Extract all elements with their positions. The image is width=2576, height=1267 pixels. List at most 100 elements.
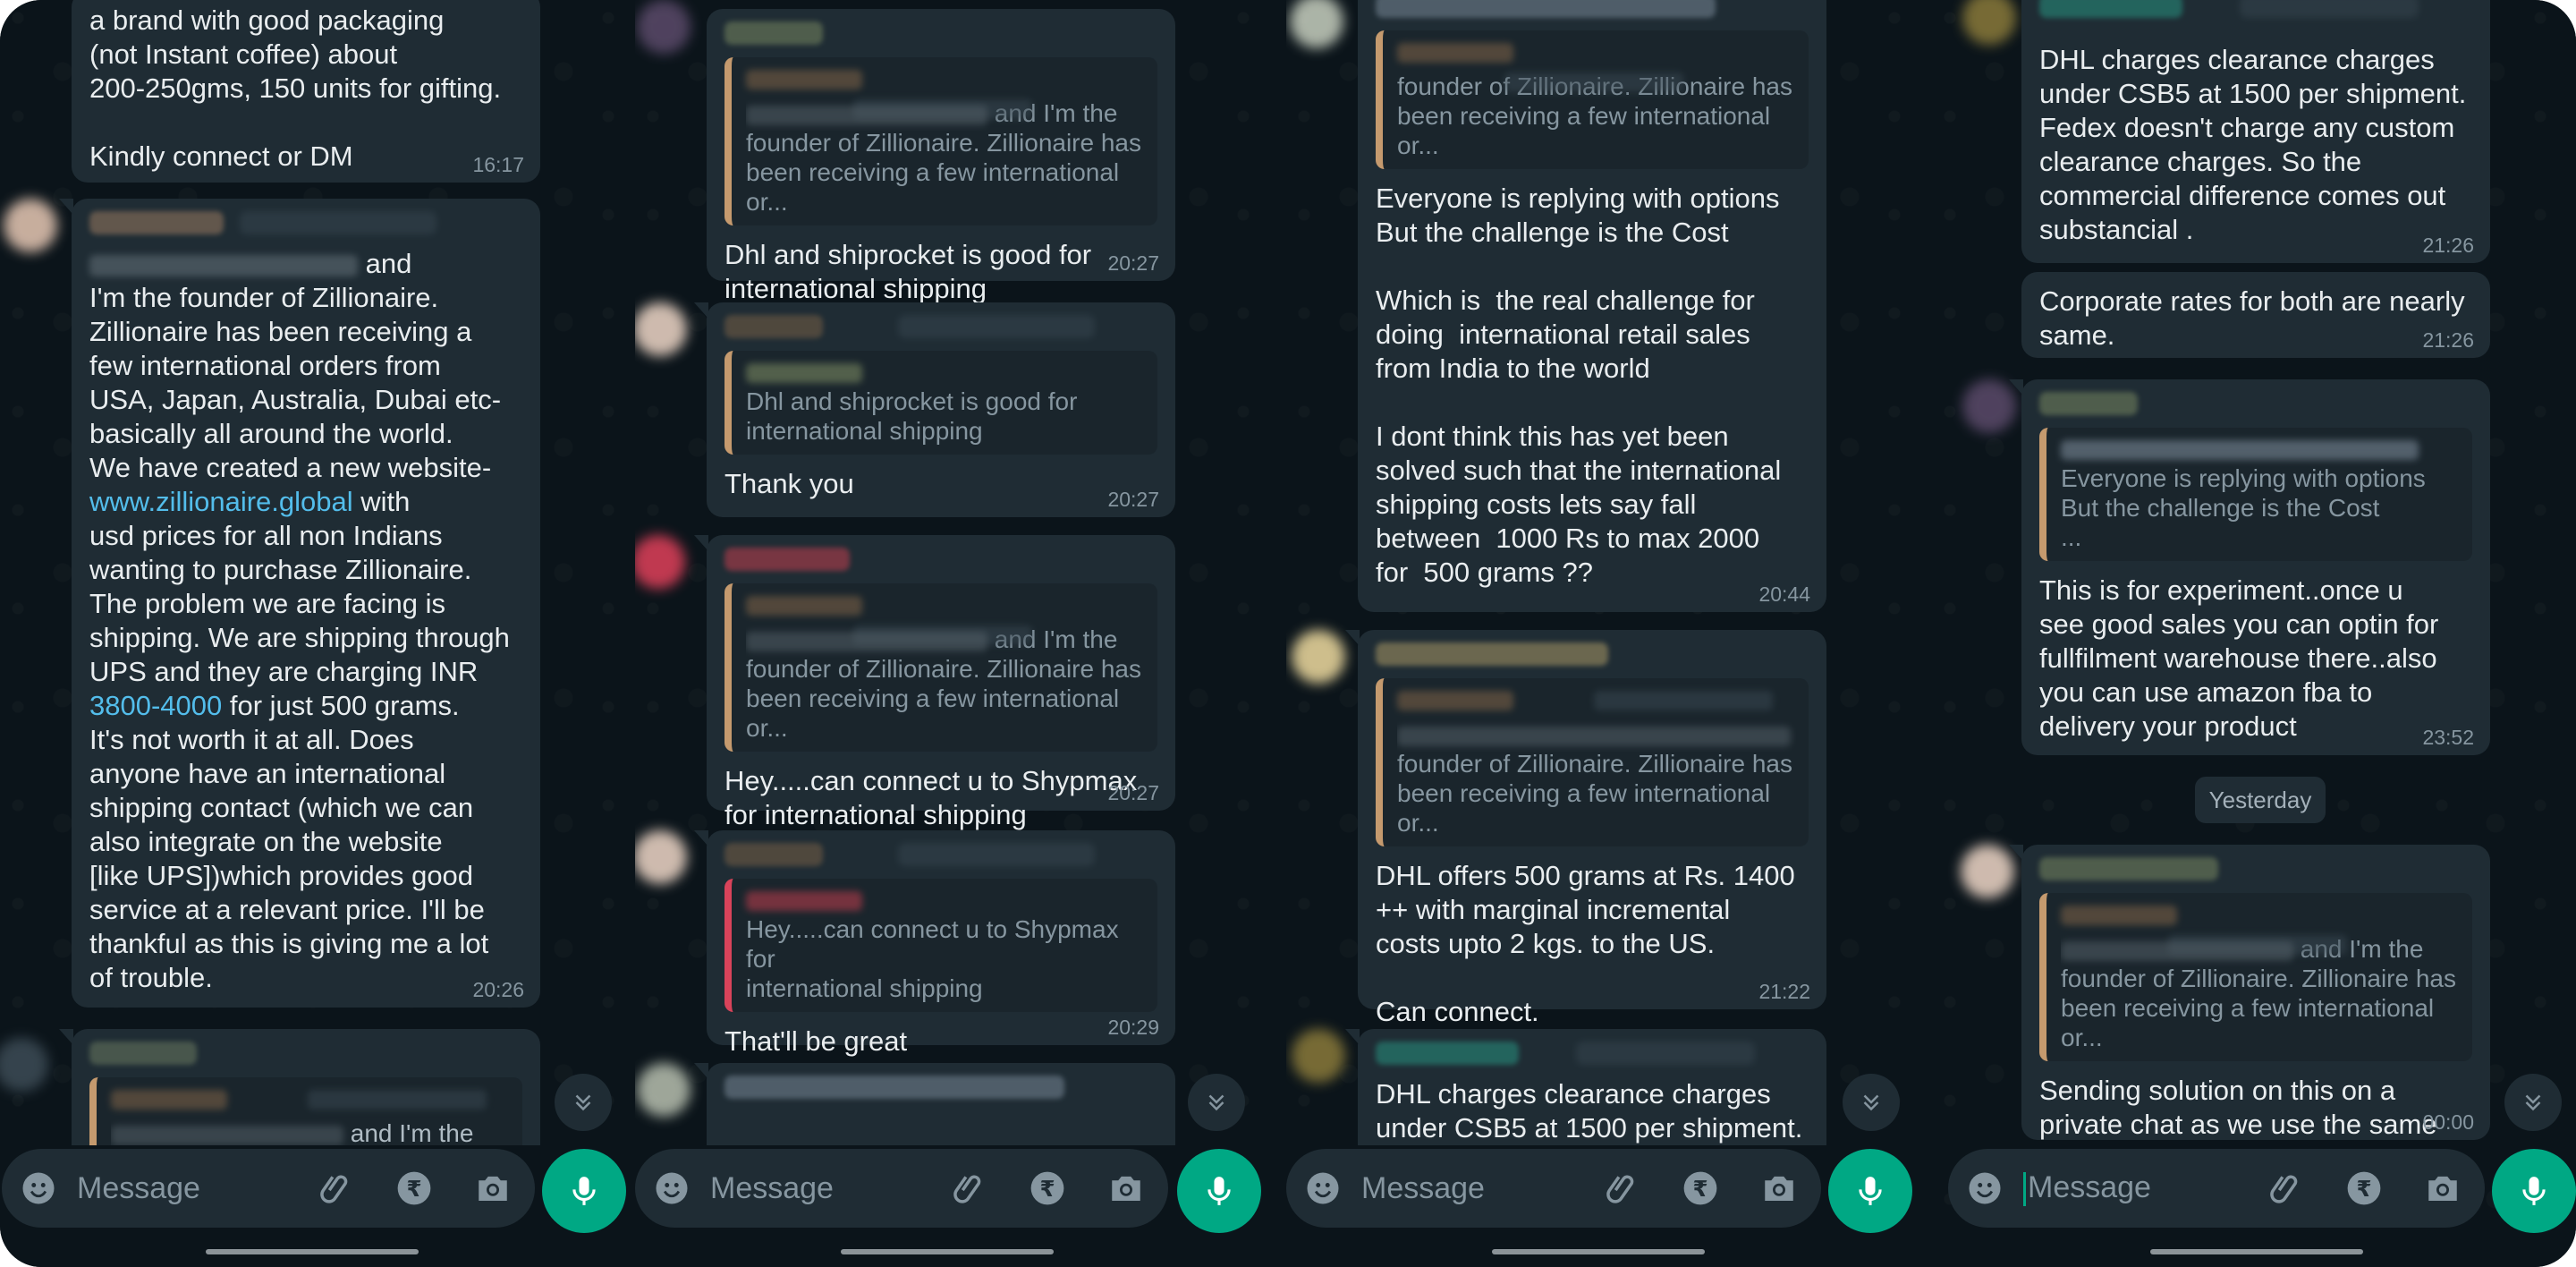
website-link[interactable]: www.zillionaire.global [89,486,353,517]
avatar[interactable] [1962,0,2016,45]
message-list[interactable]: a brand with good packaging (not Instant… [0,0,644,1145]
message-list[interactable]: founder of Zillionaire. Zillionaire has … [1286,0,1930,1145]
message-list[interactable]: DHL charges clearance charges under CSB5… [1932,0,2576,1145]
sender-phone [240,211,437,234]
camera-icon[interactable] [2424,1169,2462,1207]
sender-name [89,1042,197,1065]
message-text: Everyone is replying with options But th… [1376,183,1782,588]
avatar[interactable] [635,302,687,356]
message-bubble[interactable]: Hey.....can connect u to Shypmax for int… [694,830,1175,1057]
home-indicator [841,1249,1054,1254]
rupee-icon[interactable]: ₹ [1029,1169,1066,1207]
message-bubble[interactable]: and I'm the [59,1029,540,1145]
message-bubble[interactable]: and I'm the founder of Zillionaire. Zill… [707,9,1175,304]
sender-phone [2240,0,2419,18]
avatar[interactable] [1292,630,1345,684]
chat-panel-4: DHL charges clearance charges under CSB5… [1932,0,2576,1267]
message-time: 20:26 [472,978,524,1001]
emoji-icon[interactable] [653,1169,691,1207]
quoted-text-body: founder of Zillionaire. Zillionaire has … [2061,965,2456,1051]
rupee-icon[interactable]: ₹ [395,1169,433,1207]
avatar[interactable] [0,1038,48,1092]
message-input[interactable]: Message [1361,1171,1603,1206]
quoted-message[interactable]: founder of Zillionaire. Zillionaire has … [1376,678,1809,846]
avatar[interactable] [1290,0,1343,48]
message-bubble[interactable]: DHL charges clearance charges under CSB5… [2021,0,2490,263]
quoted-message[interactable]: and I'm the founder of Zillionaire. Zill… [2039,893,2472,1061]
message-composer[interactable]: Message ₹ [1948,1149,2485,1228]
sender-name [724,1076,1064,1099]
avatar[interactable] [635,535,685,589]
quoted-sender [746,360,1145,383]
scroll-down-button[interactable] [2504,1074,2562,1131]
attach-icon[interactable] [1603,1169,1640,1207]
quoted-message[interactable]: Dhl and shiprocket is good for internati… [724,351,1157,455]
sender-header [89,1042,522,1074]
redacted-text [89,254,358,276]
message-composer[interactable]: Message ₹ [635,1149,1168,1228]
scroll-down-button[interactable] [555,1074,612,1131]
message-time: 21:26 [2422,234,2474,257]
quoted-text-body: founder of Zillionaire. Zillionaire has … [1397,750,1792,837]
message-composer[interactable]: Message ₹ [1286,1149,1821,1228]
message-bubble[interactable]: a brand with good packaging (not Instant… [72,0,540,183]
mic-button[interactable] [1177,1149,1261,1233]
scroll-down-button[interactable] [1843,1074,1900,1131]
message-bubble[interactable] [694,1063,1175,1145]
message-list[interactable]: and I'm the founder of Zillionaire. Zill… [635,0,1279,1145]
quoted-message[interactable]: Everyone is replying with options But th… [2039,428,2472,561]
mic-button[interactable] [542,1149,626,1233]
quoted-message[interactable]: and I'm the founder of Zillionaire. Zill… [724,583,1157,752]
message-bubble[interactable]: Dhl and shiprocket is good for internati… [694,302,1175,517]
quoted-message[interactable]: founder of Zillionaire. Zillionaire has … [1376,30,1809,169]
phone-link[interactable]: 3800-4000 [89,690,222,721]
message-text: That'll be great [724,1025,908,1057]
emoji-icon[interactable] [20,1169,57,1207]
avatar[interactable] [1962,379,2016,433]
attach-icon[interactable] [2267,1169,2304,1207]
scroll-down-button[interactable] [1188,1074,1245,1131]
message-bubble[interactable]: Everyone is replying with options But th… [2009,379,2490,755]
message-composer[interactable]: Message ₹ [2,1149,535,1228]
camera-icon[interactable] [1107,1169,1145,1207]
sender-name [724,21,823,45]
attach-icon[interactable] [950,1169,987,1207]
mic-button[interactable] [1828,1149,1912,1233]
camera-icon[interactable] [1760,1169,1798,1207]
avatar[interactable] [637,1063,691,1117]
mic-button[interactable] [2492,1149,2576,1233]
svg-text:₹: ₹ [406,1176,421,1202]
quoted-message[interactable]: and I'm the [89,1077,522,1145]
quoted-text: Everyone is replying with options But th… [2061,464,2426,551]
message-bubble[interactable]: and I'm the founder of Zillionaire. Zill… [694,535,1175,830]
message-bubble[interactable]: Corporate rates for both are nearly same… [2021,272,2490,358]
quoted-message[interactable]: Hey.....can connect u to Shypmax for int… [724,879,1157,1012]
avatar[interactable] [1292,1029,1345,1083]
message-bubble[interactable]: and I'm the founder of Zillionaire. Zill… [59,199,540,1008]
sender-header [2039,392,2472,424]
rupee-icon[interactable]: ₹ [2345,1169,2383,1207]
quoted-sender [746,888,1145,911]
message-bubble[interactable]: founder of Zillionaire. Zillionaire has … [1345,630,1826,1027]
scroll-down-icon [1863,1094,1879,1111]
attach-icon[interactable] [317,1169,354,1207]
emoji-icon[interactable] [1966,1169,2004,1207]
message-bubble[interactable]: DHL charges clearance charges under CSB5… [1345,1029,1826,1145]
message-input-focused[interactable]: Message [2023,1170,2267,1206]
message-input[interactable]: Message [710,1171,950,1206]
screenshot-collage: a brand with good packaging (not Instant… [0,0,2576,1267]
avatar[interactable] [1961,845,2014,898]
message-text: a brand with good packaging (not Instant… [89,4,502,172]
emoji-icon[interactable] [1304,1169,1342,1207]
camera-icon[interactable] [474,1169,512,1207]
message-bubble[interactable]: founder of Zillionaire. Zillionaire has … [1358,0,1826,612]
avatar[interactable] [635,830,687,884]
avatar[interactable] [637,0,691,54]
rupee-icon[interactable]: ₹ [1682,1169,1719,1207]
message-time: 20:27 [1107,488,1159,511]
message-bubble[interactable]: and I'm the founder of Zillionaire. Zill… [2009,845,2490,1145]
message-input[interactable]: Message [77,1171,317,1206]
quoted-message[interactable]: and I'm the founder of Zillionaire. Zill… [724,57,1157,225]
scroll-down-icon [575,1094,591,1111]
avatar[interactable] [4,199,57,252]
